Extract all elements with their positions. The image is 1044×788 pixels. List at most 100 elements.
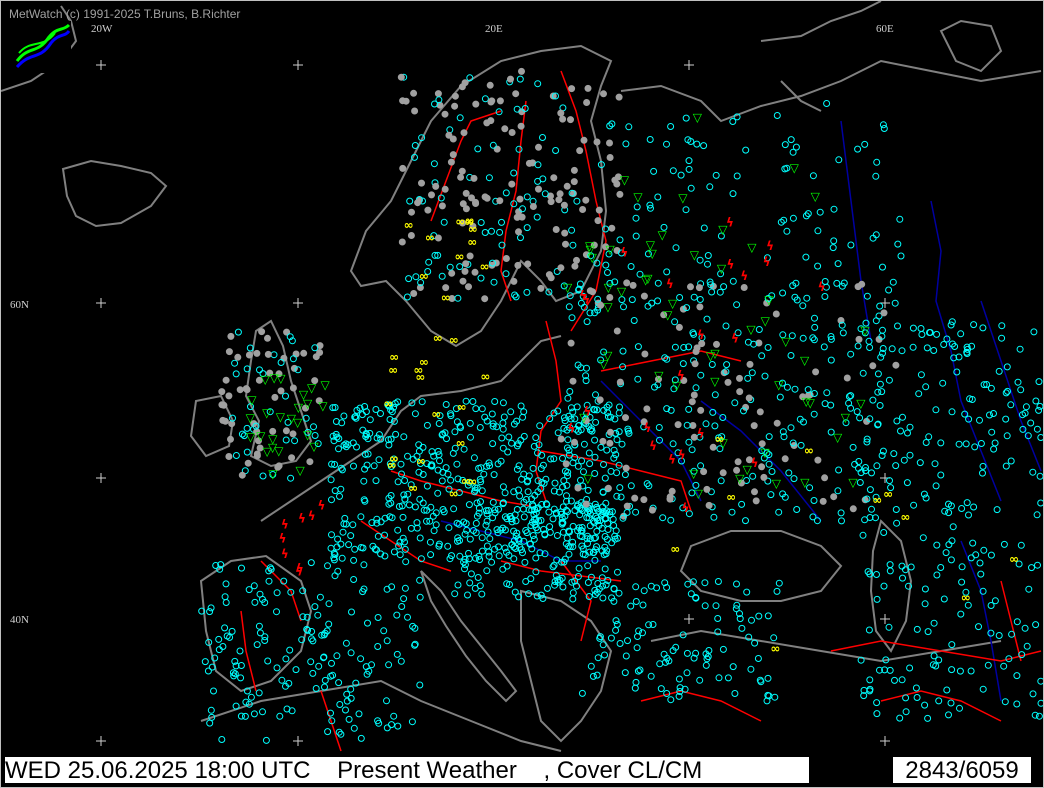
station-circle-icon	[345, 541, 353, 549]
haze-icon: ∞	[457, 400, 467, 414]
station-circle-icon	[933, 330, 941, 338]
station-circle-icon	[483, 542, 491, 550]
station-circle-icon	[539, 134, 546, 141]
station-circle-icon	[631, 684, 639, 692]
shower-icon: ▽	[694, 487, 704, 501]
station-circle-icon	[520, 513, 528, 521]
shower-icon: ▽	[772, 477, 782, 491]
station-circle-icon	[483, 567, 491, 575]
station-circle-icon	[449, 151, 457, 159]
station-circle-icon	[513, 465, 521, 473]
station-circle-icon	[306, 458, 314, 466]
station-circle-icon	[428, 191, 435, 199]
station-circle-icon	[331, 572, 339, 580]
station-circle-icon	[750, 422, 758, 430]
station-circle-icon	[362, 663, 370, 671]
station-circle-icon	[736, 374, 743, 382]
station-circle-icon	[360, 477, 368, 485]
station-circle-icon	[947, 699, 955, 707]
shower-icon: ▽	[710, 375, 720, 389]
station-circle-icon	[692, 384, 700, 392]
station-circle-icon	[374, 532, 382, 540]
station-circle-icon	[758, 463, 766, 471]
station-circle-icon	[865, 337, 873, 345]
station-circle-icon	[717, 477, 725, 485]
station-circle-icon	[646, 136, 654, 143]
station-circle-icon	[611, 176, 619, 184]
station-circle-icon	[364, 619, 371, 627]
station-circle-icon	[640, 292, 648, 300]
station-circle-icon	[383, 637, 391, 645]
station-circle-icon	[232, 370, 240, 378]
station-circle-icon	[488, 410, 496, 418]
station-circle-icon	[868, 469, 875, 477]
station-circle-icon	[466, 252, 474, 260]
shower-icon: ▽	[294, 400, 304, 414]
station-circle-icon	[783, 227, 791, 235]
station-circle-icon	[685, 438, 693, 446]
haze-icon: ∞	[419, 269, 429, 283]
station-circle-icon	[667, 696, 675, 704]
station-circle-icon	[564, 394, 572, 402]
station-circle-icon	[970, 503, 978, 511]
station-circle-icon	[602, 261, 610, 269]
station-circle-icon	[970, 321, 978, 329]
station-circle-icon	[390, 712, 398, 720]
station-circle-icon	[435, 420, 443, 427]
station-circle-icon	[612, 617, 620, 625]
station-circle-icon	[461, 565, 468, 573]
station-circle-icon	[627, 602, 635, 610]
station-circle-icon	[1029, 690, 1037, 698]
station-circle-icon	[614, 568, 621, 576]
station-circle-icon	[675, 323, 683, 331]
station-circle-icon	[821, 293, 829, 300]
shower-icon: ▽	[735, 471, 745, 485]
station-circle-icon	[781, 141, 789, 149]
station-circle-icon	[232, 452, 240, 459]
station-circle-icon	[967, 554, 975, 562]
station-circle-icon	[218, 401, 226, 409]
station-circle-icon	[979, 462, 987, 470]
station-circle-icon	[724, 378, 732, 386]
station-circle-icon	[219, 416, 227, 424]
station-circle-icon	[720, 283, 728, 291]
station-circle-icon	[696, 676, 704, 684]
station-circle-icon	[921, 585, 929, 593]
station-circle-icon	[873, 462, 881, 470]
station-circle-icon	[714, 615, 722, 622]
station-circle-icon	[584, 84, 592, 92]
station-circle-icon	[231, 359, 239, 367]
station-circle-icon	[599, 594, 607, 602]
map-frame: ▽ ▽ ▽ ▽ ▽ ▽ ▽ ▽ ▽ ▽ ▽ ▽ ▽ ▽ ▽ ▽ ▽ ▽ ▽ ▽ ▽ ▽ ▽ ▽ ▽ ▽ ▽ ▽ ▽ ▽ ▽ ▽ ▽ ▽ ▽ ▽ ▽ ▽ ▽ ▽…	[0, 0, 1044, 788]
station-circle-icon	[747, 665, 755, 673]
station-circle-icon	[719, 645, 727, 653]
station-circle-icon	[833, 279, 841, 287]
station-circle-icon	[255, 622, 263, 630]
station-circle-icon	[924, 628, 932, 636]
station-circle-icon	[667, 516, 675, 524]
station-circle-icon	[695, 284, 703, 292]
station-circle-icon	[886, 567, 894, 575]
station-circle-icon	[729, 190, 737, 198]
station-circle-icon	[278, 676, 286, 684]
shower-icon: ▽	[764, 293, 774, 307]
station-circle-icon	[599, 641, 607, 649]
station-circle-icon	[584, 562, 592, 570]
station-circle-icon	[385, 661, 393, 669]
station-circle-icon	[500, 413, 508, 421]
station-circle-icon	[477, 219, 485, 226]
station-circle-icon	[765, 460, 773, 468]
thunderstorm-icon: ϟ	[751, 456, 759, 470]
station-circle-icon	[736, 388, 744, 396]
station-circle-icon	[657, 685, 665, 693]
station-circle-icon	[589, 672, 597, 680]
station-circle-icon	[521, 558, 529, 566]
shower-icon: ▽	[307, 381, 317, 395]
station-circle-icon	[600, 461, 607, 468]
station-circle-icon	[324, 562, 331, 570]
station-circle-icon	[835, 466, 843, 474]
station-circle-icon	[404, 452, 411, 460]
station-circle-icon	[411, 142, 419, 149]
thunderstorm-icon: ϟ	[731, 331, 739, 345]
station-circle-icon	[621, 669, 629, 677]
